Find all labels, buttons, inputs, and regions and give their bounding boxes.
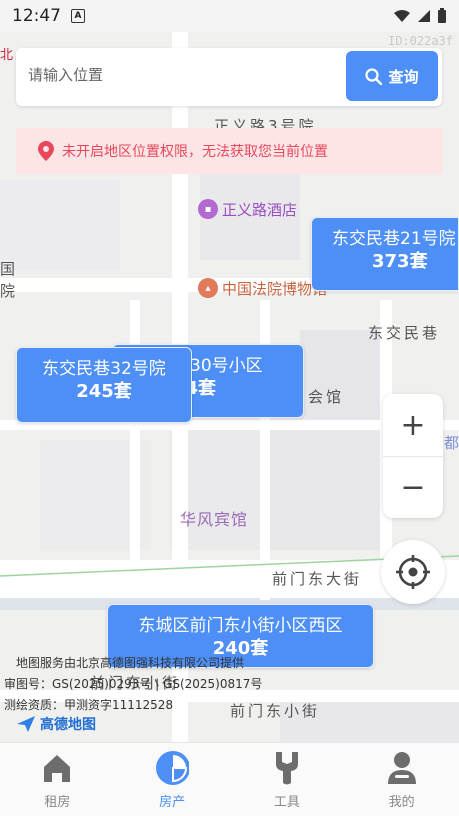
nav-item-rent[interactable]: 租房 (0, 743, 115, 816)
map-label-guo: 国 院 (0, 260, 19, 300)
community-marker[interactable]: 东交民巷32号院 245套 (16, 347, 192, 423)
location-permission-alert: 未开启地区位置权限，无法获取您当前位置 (16, 128, 443, 174)
nav-item-property[interactable]: 房产 (115, 743, 230, 816)
search-button-label: 查询 (388, 67, 419, 86)
map-label-north: 北 (0, 48, 17, 63)
road-label-qianmen-xiaojie-2: 前门东小街 (230, 702, 321, 720)
map-label-huafeng: 华风宾馆 (180, 510, 249, 529)
user-icon (385, 751, 419, 785)
home-icon (40, 751, 74, 785)
map-label-huiguan: 会馆 (308, 388, 345, 406)
nav-label: 工具 (273, 795, 300, 810)
battery-icon (438, 8, 446, 23)
search-icon (365, 67, 383, 85)
road-label-qianmen-east: 前门东大街 (272, 570, 363, 588)
marker-name: 巷30号小区 (173, 356, 263, 376)
amap-logo-icon (17, 716, 35, 732)
nav-label: 我的 (388, 795, 415, 810)
marker-count: 245套 (76, 381, 132, 402)
marker-name: 东交民巷21号院 (332, 229, 456, 249)
amap-logo: 高德地图 (16, 714, 96, 734)
road-label-dongjiaomin: 东交民巷 (368, 324, 441, 342)
nav-item-mine[interactable]: 我的 (344, 743, 459, 816)
amap-logo-text: 高德地图 (40, 717, 96, 733)
map-attribution-3: 测绘资质：甲测资字11112528 (4, 698, 174, 712)
bottom-nav: 租房 房产 工具 我的 (0, 742, 459, 816)
map-attribution-2: 审图号：GS(2025)0293号 | GS(2025)0817号 (4, 677, 263, 691)
zoom-out-button[interactable]: − (383, 456, 443, 518)
nav-label: 租房 (44, 795, 71, 810)
location-pin-icon (38, 141, 54, 161)
locate-button[interactable] (381, 540, 445, 604)
zoom-divider (383, 456, 443, 457)
map-label-du: 都 (444, 434, 459, 452)
status-icons (393, 8, 447, 24)
museum-icon[interactable]: ▴ (198, 278, 218, 298)
map-attribution-1: 地图服务由北京高德图强科技有限公司提供 (16, 656, 245, 670)
status-bar: 12:47 A (0, 0, 459, 32)
search-bar: 查询 (16, 48, 442, 106)
alert-text: 未开启地区位置权限，无法获取您当前位置 (62, 144, 328, 160)
status-time: 12:47 (12, 6, 61, 26)
zoom-in-button[interactable]: + (383, 394, 443, 456)
marker-name: 东交民巷32号院 (42, 359, 166, 379)
map-id: ID:022a3f (387, 34, 453, 48)
wrench-icon (270, 751, 304, 785)
search-button[interactable]: 查询 (346, 51, 438, 101)
marker-name: 东城区前门东小街小区西区 (138, 616, 343, 636)
hotel-icon[interactable]: ▪ (198, 199, 218, 219)
zoom-control: + − (383, 394, 443, 518)
marker-count: 04套 (173, 378, 217, 399)
community-marker[interactable]: 东交民巷21号院 373套 (311, 217, 459, 291)
poi-hotel[interactable]: 正义路酒店 (222, 199, 297, 220)
nav-item-tools[interactable]: 工具 (230, 743, 345, 816)
nav-label: 房产 (159, 795, 186, 810)
search-input[interactable] (28, 66, 328, 84)
pie-chart-icon (155, 751, 190, 785)
notification-icon: A (71, 9, 85, 23)
marker-count: 373套 (372, 251, 428, 272)
signal-icon (418, 10, 430, 22)
crosshair-icon (396, 555, 430, 589)
wifi-icon (394, 10, 410, 22)
